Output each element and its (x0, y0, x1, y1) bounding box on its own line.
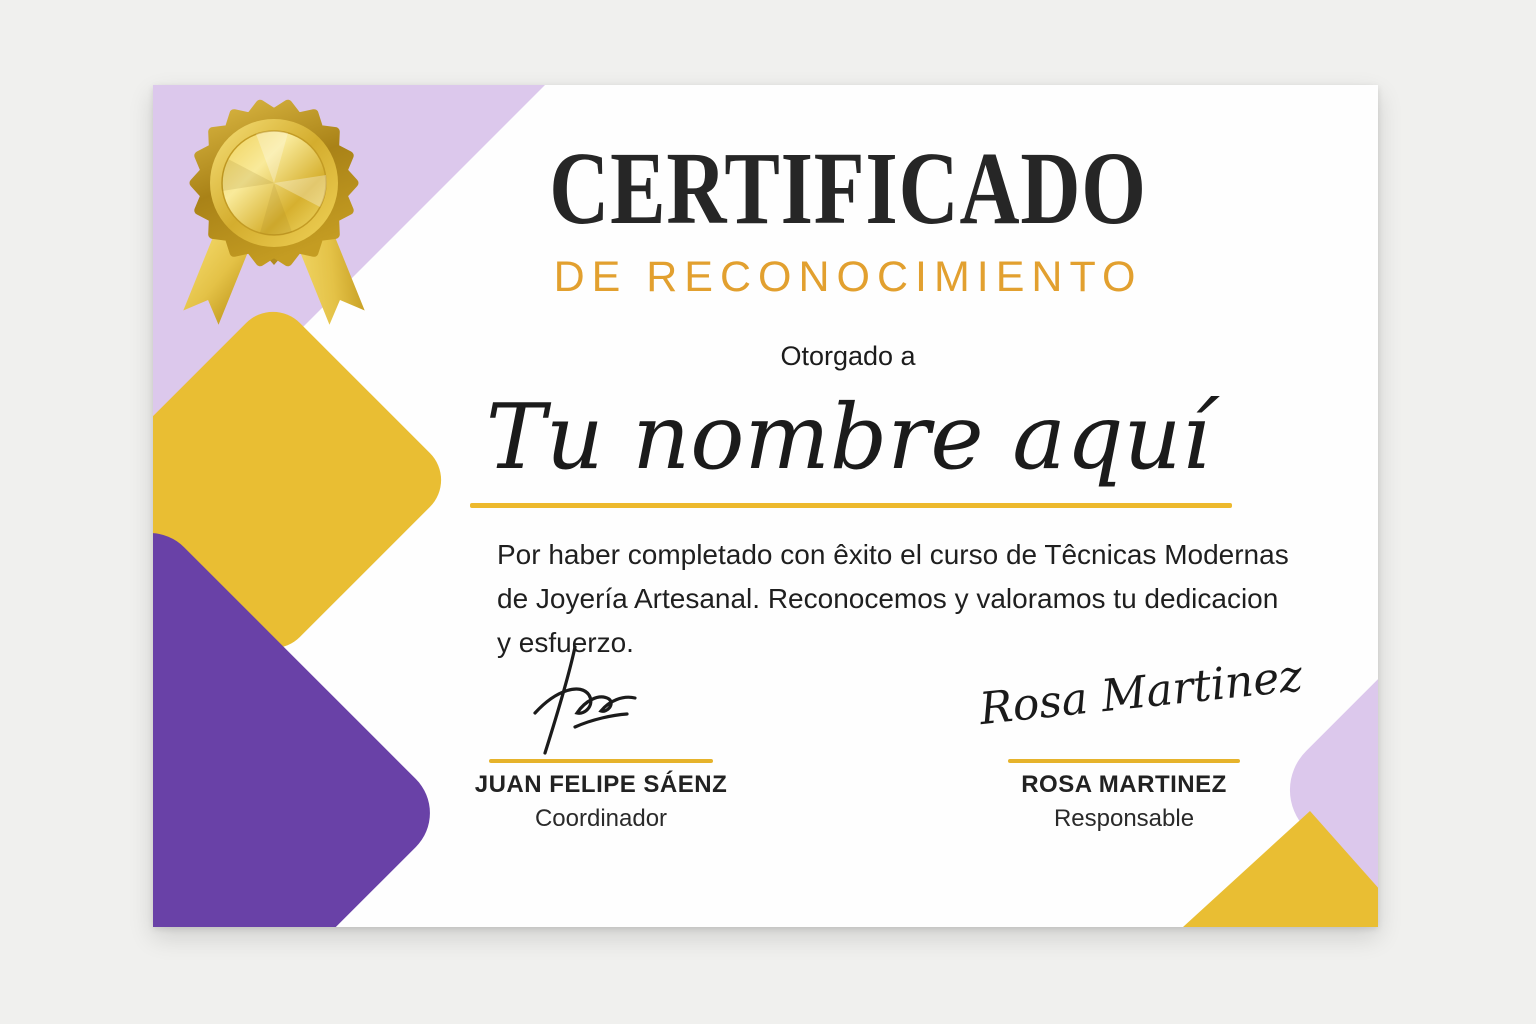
body-line: de Joyería Artesanal. Reconocemos y valo… (497, 577, 1317, 621)
signatory-block-responsable: Rosa Martinez ROSA MARTINEZ Responsable (994, 641, 1254, 833)
certificate-title: CERTIFICADO (492, 137, 1204, 241)
signatory-name: ROSA MARTINEZ (994, 771, 1254, 799)
page-background: CERTIFICADO DE RECONOCIMIENTO Otorgado a… (0, 0, 1536, 1024)
recipient-name: Tu nombre aquí (403, 385, 1293, 490)
name-underline (470, 503, 1232, 508)
signature-scribble-icon (523, 641, 673, 759)
certificate-subtitle: DE RECONOCIMIENTO (403, 253, 1293, 302)
signatory-block-coordinator: JUAN FELIPE SÁENZ Coordinador (471, 641, 731, 833)
signature-script: Rosa Martinez (977, 654, 1271, 735)
certificate-card: CERTIFICADO DE RECONOCIMIENTO Otorgado a… (153, 85, 1378, 927)
signature-line (489, 759, 713, 763)
awarded-to-label: Otorgado a (403, 341, 1293, 372)
signatory-name: JUAN FELIPE SÁENZ (471, 771, 731, 799)
signatory-role: Coordinador (471, 805, 731, 833)
signature-line (1008, 759, 1240, 763)
body-line: Por haber completado con êxito el curso … (497, 533, 1317, 577)
signatory-role: Responsable (994, 805, 1254, 833)
